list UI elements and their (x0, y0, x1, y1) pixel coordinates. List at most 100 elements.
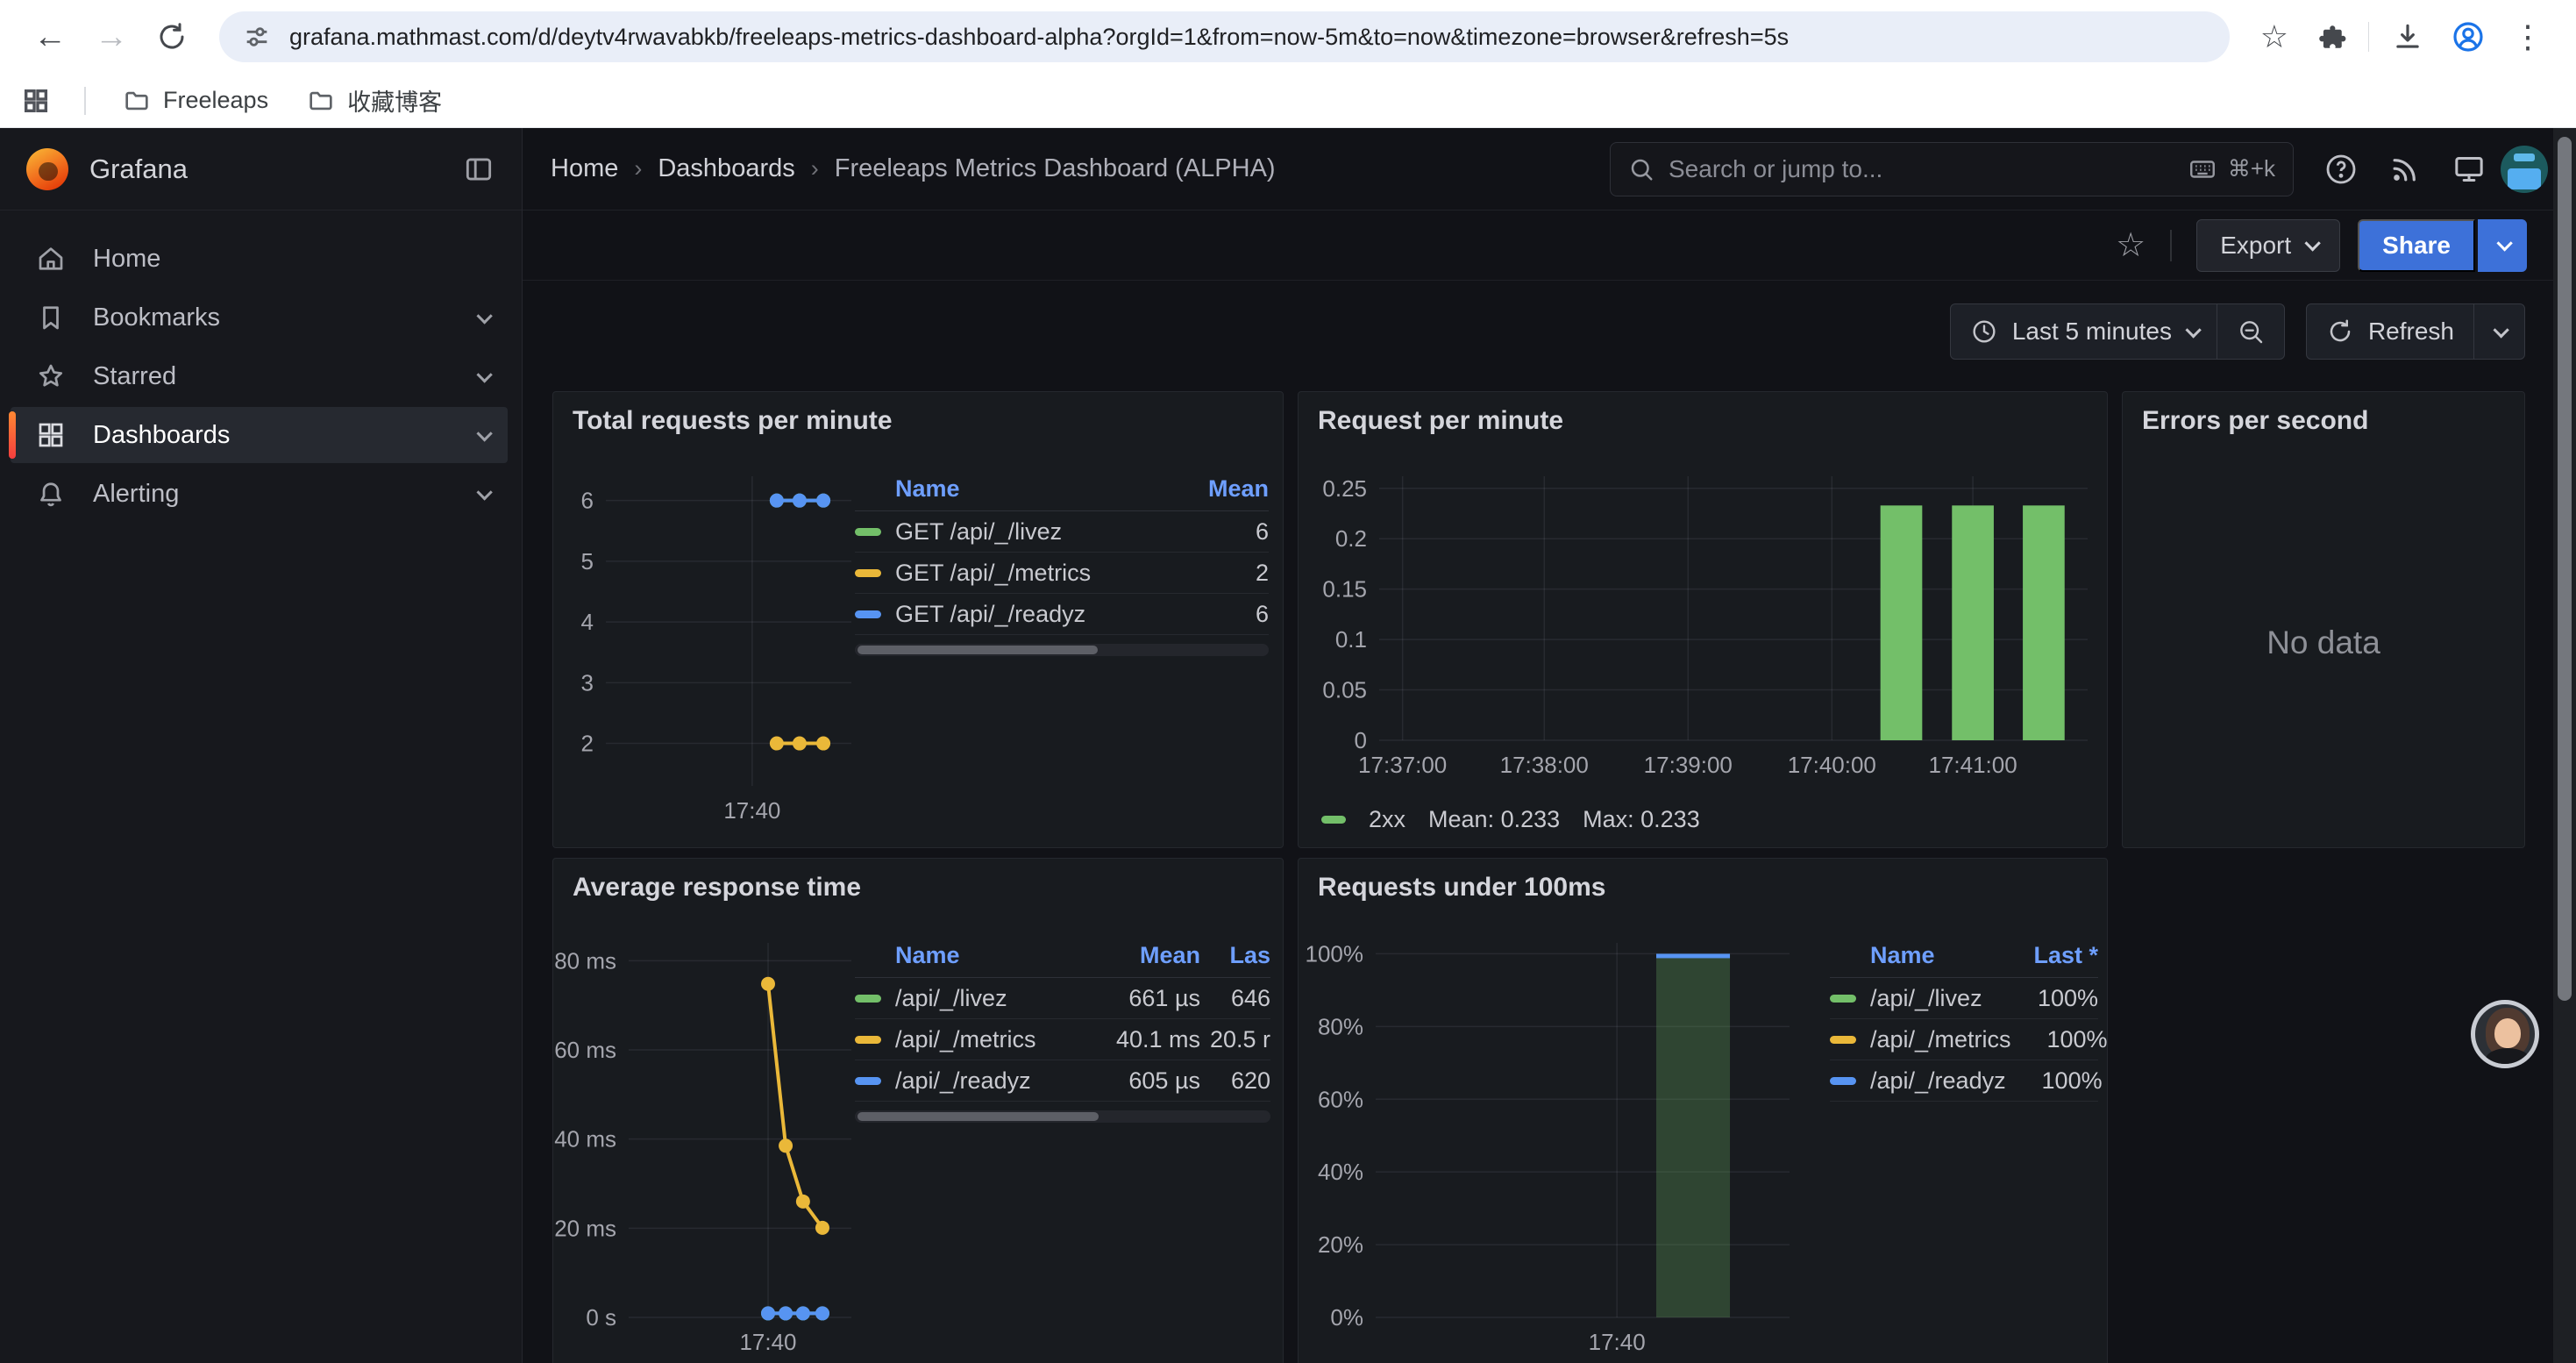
refresh-group: Refresh (2306, 303, 2525, 360)
url-bar[interactable]: grafana.mathmast.com/d/deytv4rwavabkb/fr… (219, 11, 2230, 62)
extensions-icon[interactable] (2315, 21, 2346, 53)
legend-scrollbar[interactable] (855, 1110, 1270, 1123)
share-menu-button[interactable] (2478, 219, 2527, 272)
sidebar-item-dashboards[interactable]: Dashboards (11, 407, 508, 463)
search-shortcut: ⌘+k (2188, 154, 2275, 184)
browser-menu-icon[interactable]: ⋮ (2512, 18, 2544, 55)
series-name[interactable]: /api/_/readyz (1870, 1067, 2006, 1095)
panel-title[interactable]: Total requests per minute (573, 406, 893, 436)
bookmark-folder-blogs[interactable]: 收藏博客 (307, 83, 442, 118)
series-name[interactable]: GET /api/_/readyz (895, 601, 1172, 628)
favorite-star-icon[interactable]: ☆ (2116, 225, 2145, 265)
legend-row[interactable]: GET /api/_/readyz 6 (855, 594, 1269, 635)
legend-header[interactable]: Name Mean (855, 467, 1269, 511)
svg-text:0: 0 (1355, 727, 1367, 753)
panel-title[interactable]: Errors per second (2142, 406, 2368, 436)
scrollbar-thumb[interactable] (857, 1112, 1099, 1121)
grafana-logo[interactable] (26, 148, 68, 190)
legend-header[interactable]: Name Last * (1830, 934, 2098, 978)
sidebar-toggle-icon[interactable] (462, 153, 495, 186)
series-name[interactable]: GET /api/_/metrics (895, 560, 1172, 587)
breadcrumb-home[interactable]: Home (551, 154, 618, 183)
series-name[interactable]: /api/_/livez (1870, 985, 2002, 1012)
scrollbar-thumb[interactable] (2558, 137, 2572, 1001)
export-button[interactable]: Export (2196, 219, 2340, 272)
back-icon[interactable]: ← (33, 18, 67, 56)
chevron-down-icon (2493, 322, 2508, 338)
search-input[interactable]: Search or jump to... ⌘+k (1610, 142, 2294, 196)
search-placeholder: Search or jump to... (1669, 155, 1882, 183)
legend-row[interactable]: /api/_/metrics 40.1 ms 20.5 r (855, 1019, 1270, 1060)
help-icon[interactable] (2323, 152, 2359, 187)
legend-row[interactable]: /api/_/metrics 100% (1830, 1019, 2098, 1060)
legend-scrollbar[interactable] (855, 644, 1269, 656)
svg-text:17:37:00: 17:37:00 (1358, 752, 1447, 778)
refresh-label: Refresh (2368, 318, 2454, 346)
series-name[interactable]: /api/_/readyz (895, 1067, 1051, 1095)
series-name[interactable]: /api/_/metrics (1870, 1026, 2011, 1053)
panel-title[interactable]: Requests under 100ms (1318, 873, 1605, 903)
series-swatch (855, 610, 881, 618)
svg-text:17:40: 17:40 (739, 1329, 796, 1355)
chevron-down-icon (2305, 235, 2321, 251)
downloads-icon[interactable] (2391, 20, 2424, 54)
avg-response-time-chart[interactable]: 0 s20 ms40 ms60 ms80 ms17:40 (567, 934, 858, 1357)
breadcrumb-dashboards[interactable]: Dashboards (658, 154, 794, 183)
series-name[interactable]: GET /api/_/livez (895, 518, 1172, 546)
refresh-button[interactable]: Refresh (2307, 304, 2473, 359)
page-scrollbar[interactable] (2553, 128, 2576, 1363)
zoom-out-icon (2237, 318, 2265, 346)
panel-avg-response-time: Average response time 0 s20 ms40 ms60 ms… (552, 858, 1284, 1363)
svg-text:40%: 40% (1318, 1159, 1363, 1185)
svg-text:80 ms: 80 ms (554, 947, 616, 974)
request-per-minute-chart[interactable]: 00.050.10.150.20.2517:37:0017:38:0017:39… (1309, 467, 2095, 780)
bookmark-icon (35, 302, 67, 333)
bookmark-label: Freeleaps (163, 87, 268, 114)
chevron-down-icon[interactable] (476, 425, 492, 441)
sidebar-nav: Home Bookmarks Starred (0, 211, 522, 525)
legend-row[interactable]: /api/_/readyz 100% (1830, 1060, 2098, 1102)
url-text: grafana.mathmast.com/d/deytv4rwavabkb/fr… (289, 24, 1789, 51)
news-rss-icon[interactable] (2388, 153, 2422, 186)
chevron-down-icon[interactable] (476, 484, 492, 500)
sidebar-item-starred[interactable]: Starred (11, 348, 508, 404)
scrollbar-thumb[interactable] (857, 646, 1098, 654)
bookmark-folder-freeleaps[interactable]: Freeleaps (123, 87, 268, 115)
time-range-picker[interactable]: Last 5 minutes (1951, 304, 2217, 359)
legend-row[interactable]: /api/_/livez 661 µs 646 (855, 978, 1270, 1019)
chevron-down-icon (2496, 235, 2512, 251)
legend-row[interactable]: GET /api/_/livez 6 (855, 511, 1269, 553)
chevron-down-icon[interactable] (476, 367, 492, 382)
bookmark-star-icon[interactable]: ☆ (2260, 18, 2288, 55)
chevron-down-icon[interactable] (476, 308, 492, 324)
sidebar-item-bookmarks[interactable]: Bookmarks (11, 289, 508, 346)
legend-row[interactable]: /api/_/livez 100% (1830, 978, 2098, 1019)
panel-title[interactable]: Average response time (573, 873, 861, 903)
assistant-avatar[interactable] (2471, 1000, 2539, 1068)
user-avatar[interactable] (2501, 146, 2548, 193)
reload-icon[interactable] (156, 21, 188, 53)
profile-icon[interactable] (2451, 19, 2486, 54)
series-name[interactable]: 2xx (1369, 806, 1405, 833)
keyboard-icon (2188, 154, 2217, 184)
legend-row[interactable]: GET /api/_/metrics 2 (855, 553, 1269, 594)
legend-row[interactable]: /api/_/readyz 605 µs 620 (855, 1060, 1270, 1102)
series-name[interactable]: /api/_/metrics (895, 1026, 1051, 1053)
refresh-interval-button[interactable] (2474, 304, 2524, 359)
star-icon (35, 360, 67, 392)
sidebar-item-home[interactable]: Home (11, 231, 508, 287)
monitor-icon[interactable] (2451, 152, 2487, 187)
forward-icon[interactable]: → (95, 18, 128, 56)
sidebar-item-alerting[interactable]: Alerting (11, 466, 508, 522)
series-mean: 605 µs (1051, 1067, 1200, 1095)
apps-grid-icon[interactable] (21, 86, 51, 116)
requests-under-100ms-chart[interactable]: 0%20%40%60%80%100%17:40 (1309, 934, 1797, 1357)
series-last: 100% (2006, 1067, 2103, 1095)
site-info-icon[interactable] (242, 22, 272, 52)
legend-header[interactable]: Name Mean Las (855, 934, 1270, 978)
zoom-out-button[interactable] (2217, 304, 2284, 359)
series-name[interactable]: /api/_/livez (895, 985, 1051, 1012)
panel-title[interactable]: Request per minute (1318, 406, 1563, 436)
total-requests-chart[interactable]: 2345617:40 (567, 467, 858, 825)
share-button[interactable]: Share (2358, 219, 2475, 272)
